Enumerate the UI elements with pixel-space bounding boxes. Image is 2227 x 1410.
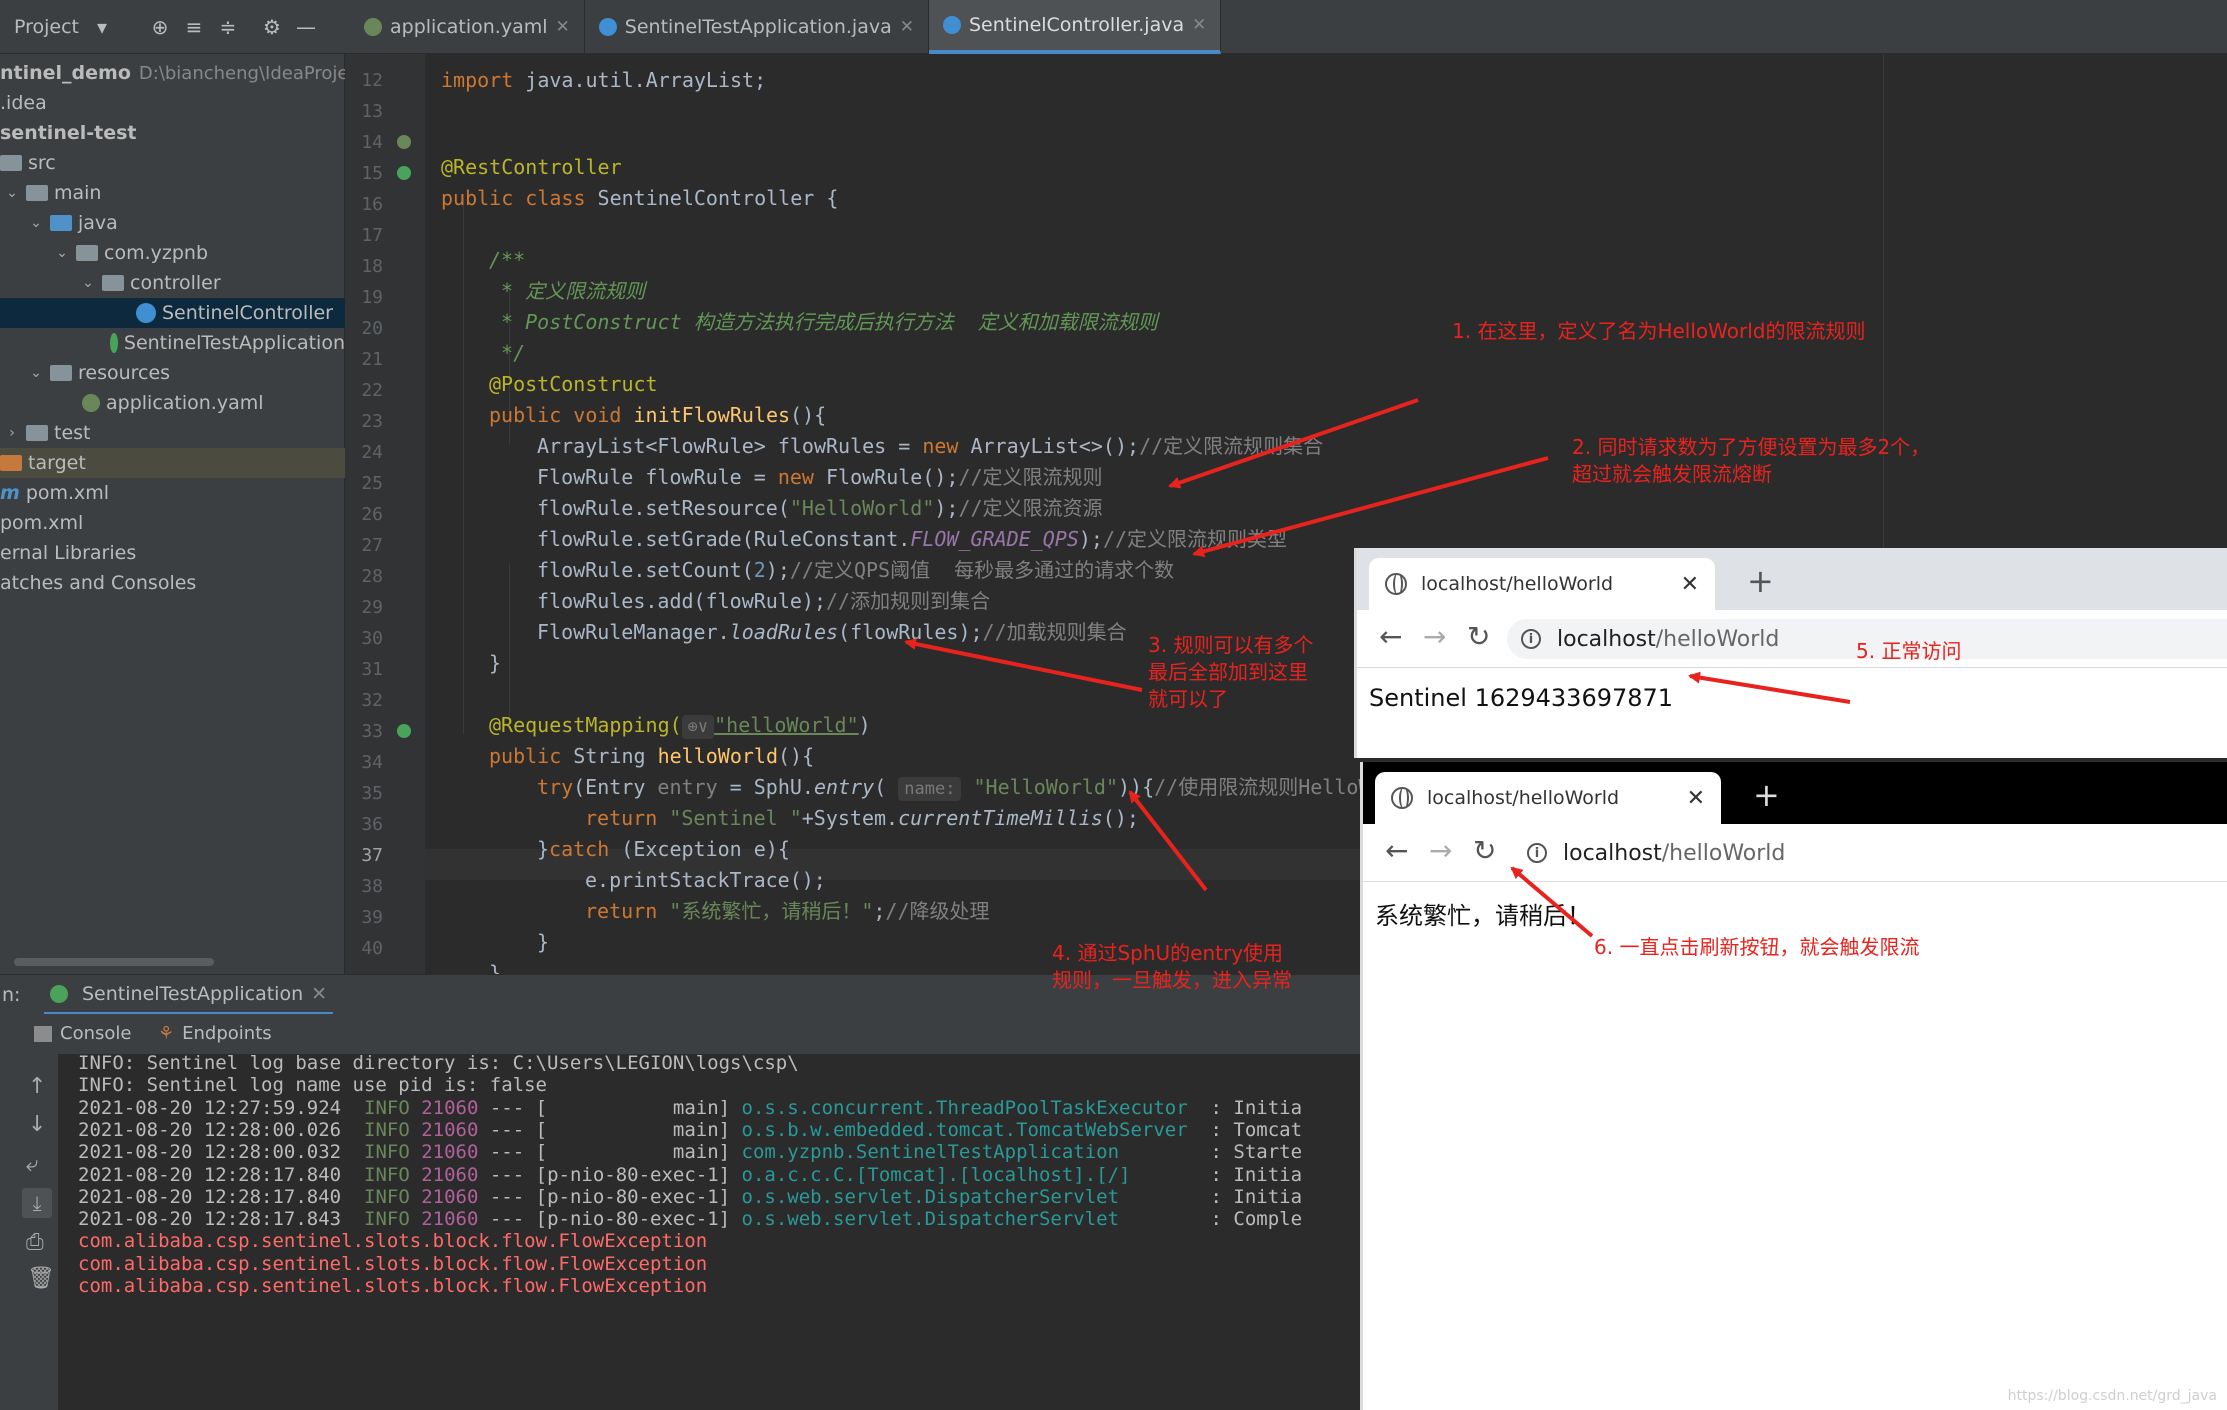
arrow-1 [1168,398,1419,489]
arrow-2 [1192,456,1549,558]
watermark: https://blog.csdn.net/grd_java [2007,1388,2217,1404]
arrow-5 [1688,671,1851,704]
arrow-6 [1510,866,1594,938]
arrow-3 [904,638,1143,692]
arrow-4 [1128,790,1208,892]
annotation-arrows [904,398,1851,938]
